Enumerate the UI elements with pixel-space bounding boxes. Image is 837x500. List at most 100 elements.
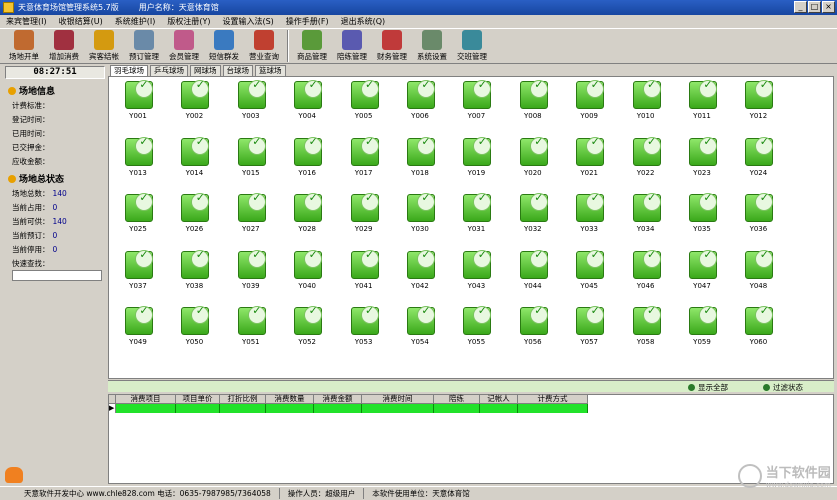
court-tile[interactable]: ✓ Y052	[287, 305, 327, 349]
court-tile[interactable]: ✓ Y058	[626, 305, 666, 349]
court-tile[interactable]: ✓ Y034	[626, 192, 666, 236]
court-tile[interactable]: ✓ Y028	[287, 192, 327, 236]
court-tile[interactable]: ✓ Y031	[456, 192, 496, 236]
tab-badminton[interactable]: 羽毛球场	[110, 65, 148, 76]
toolbar-button[interactable]: 会员管理	[164, 29, 204, 63]
court-tile[interactable]: ✓ Y056	[513, 305, 553, 349]
court-tile[interactable]: ✓ Y002	[174, 79, 214, 123]
toolbar-button[interactable]: 场地开单	[4, 29, 44, 63]
toolbar-button[interactable]: 陪练管理	[332, 29, 372, 63]
court-tile[interactable]: ✓ Y038	[174, 248, 214, 293]
court-tile[interactable]: ✓ Y053	[344, 305, 384, 349]
court-tile[interactable]: ✓ Y040	[287, 248, 327, 293]
menu-guest[interactable]: 来宾管理(I)	[6, 16, 47, 27]
court-tile[interactable]: ✓ Y003	[231, 79, 271, 123]
court-tile[interactable]: ✓ Y024	[738, 135, 778, 180]
col-coach[interactable]: 陪练	[434, 395, 480, 404]
tab-basketball[interactable]: 篮球场	[255, 65, 286, 76]
col-recorder[interactable]: 记帐人	[480, 395, 518, 404]
court-tile[interactable]: ✓ Y008	[513, 79, 553, 123]
toolbar-button[interactable]: 营业查询	[244, 29, 284, 63]
menu-registration[interactable]: 版权注册(Y)	[167, 16, 210, 27]
menu-exit[interactable]: 退出系统(Q)	[341, 16, 386, 27]
court-tile[interactable]: ✓ Y035	[682, 192, 722, 236]
court-tile[interactable]: ✓ Y017	[344, 135, 384, 180]
col-price[interactable]: 项目单价	[176, 395, 220, 404]
col-billing[interactable]: 计费方式	[518, 395, 588, 404]
court-tile[interactable]: ✓ Y037	[118, 248, 158, 293]
toolbar-button[interactable]: 增加消费	[44, 29, 84, 63]
court-tile[interactable]: ✓ Y018	[400, 135, 440, 180]
court-tile[interactable]: ✓ Y013	[118, 135, 158, 180]
filter-status-button[interactable]: 过滤状态	[763, 382, 803, 393]
col-quantity[interactable]: 消费数量	[266, 395, 314, 404]
minimize-button[interactable]: _	[794, 1, 807, 13]
maximize-button[interactable]: □	[808, 1, 821, 13]
court-tile[interactable]: ✓ Y027	[231, 192, 271, 236]
court-tile[interactable]: ✓ Y042	[400, 248, 440, 293]
col-time[interactable]: 消费时间	[362, 395, 434, 404]
court-tile[interactable]: ✓ Y010	[626, 79, 666, 123]
toolbar-button[interactable]: 预订管理	[124, 29, 164, 63]
court-tile[interactable]: ✓ Y045	[569, 248, 609, 293]
tab-table-tennis[interactable]: 乒乓球场	[150, 65, 188, 76]
col-amount[interactable]: 消费金额	[314, 395, 362, 404]
court-tile[interactable]: ✓ Y055	[456, 305, 496, 349]
toolbar-button[interactable]: 交班管理	[452, 29, 492, 63]
court-tile[interactable]: ✓ Y043	[456, 248, 496, 293]
toolbar-button[interactable]: 财务管理	[372, 29, 412, 63]
court-tile[interactable]: ✓ Y019	[456, 135, 496, 180]
court-tile[interactable]: ✓ Y012	[738, 79, 778, 123]
court-tile[interactable]: ✓ Y060	[738, 305, 778, 349]
court-tile[interactable]: ✓ Y039	[231, 248, 271, 293]
court-tile[interactable]: ✓ Y036	[738, 192, 778, 236]
court-tile[interactable]: ✓ Y025	[118, 192, 158, 236]
court-tile[interactable]: ✓ Y016	[287, 135, 327, 180]
col-item[interactable]: 消费项目	[116, 395, 176, 404]
court-tile[interactable]: ✓ Y009	[569, 79, 609, 123]
court-tile[interactable]: ✓ Y011	[682, 79, 722, 123]
menu-manual[interactable]: 操作手册(F)	[286, 16, 329, 27]
menu-cashier[interactable]: 收银结算(U)	[59, 16, 103, 27]
menu-input-method[interactable]: 设置输入法(S)	[222, 16, 273, 27]
court-tile[interactable]: ✓ Y059	[682, 305, 722, 349]
court-tile[interactable]: ✓ Y047	[682, 248, 722, 293]
court-tile[interactable]: ✓ Y029	[344, 192, 384, 236]
court-tile[interactable]: ✓ Y004	[287, 79, 327, 123]
court-tile[interactable]: ✓ Y048	[738, 248, 778, 293]
court-tile[interactable]: ✓ Y006	[400, 79, 440, 123]
court-tile[interactable]: ✓ Y057	[569, 305, 609, 349]
menu-maintenance[interactable]: 系统维护(I)	[115, 16, 156, 27]
toolbar-button[interactable]: 系统设置	[412, 29, 452, 63]
court-tile[interactable]: ✓ Y014	[174, 135, 214, 180]
toolbar-button[interactable]: 短信群发	[204, 29, 244, 63]
court-tile[interactable]: ✓ Y051	[231, 305, 271, 349]
court-tile[interactable]: ✓ Y030	[400, 192, 440, 236]
court-tile[interactable]: ✓ Y049	[118, 305, 158, 349]
tab-billiards[interactable]: 台球场	[222, 65, 253, 76]
court-tile[interactable]: ✓ Y005	[344, 79, 384, 123]
tab-tennis[interactable]: 网球场	[190, 65, 221, 76]
table-row[interactable]: ▶	[109, 404, 588, 413]
court-tile[interactable]: ✓ Y044	[513, 248, 553, 293]
close-button[interactable]: ×	[822, 1, 835, 13]
toolbar-button[interactable]: 商品管理	[292, 29, 332, 63]
court-tile[interactable]: ✓ Y032	[513, 192, 553, 236]
court-tile[interactable]: ✓ Y050	[174, 305, 214, 349]
court-tile[interactable]: ✓ Y033	[569, 192, 609, 236]
col-discount[interactable]: 打折比例	[220, 395, 266, 404]
court-tile[interactable]: ✓ Y046	[626, 248, 666, 293]
court-tile[interactable]: ✓ Y007	[456, 79, 496, 123]
show-all-button[interactable]: 显示全部	[688, 382, 728, 393]
court-tile[interactable]: ✓ Y020	[513, 135, 553, 180]
court-tile[interactable]: ✓ Y021	[569, 135, 609, 180]
court-tile[interactable]: ✓ Y023	[682, 135, 722, 180]
court-tile[interactable]: ✓ Y001	[118, 79, 158, 123]
quick-search-input[interactable]	[12, 270, 102, 281]
court-tile[interactable]: ✓ Y022	[626, 135, 666, 180]
toolbar-button[interactable]: 宾客结帐	[84, 29, 124, 63]
court-tile[interactable]: ✓ Y015	[231, 135, 271, 180]
court-tile[interactable]: ✓ Y041	[344, 248, 384, 293]
court-tile[interactable]: ✓ Y026	[174, 192, 214, 236]
court-tile[interactable]: ✓ Y054	[400, 305, 440, 349]
